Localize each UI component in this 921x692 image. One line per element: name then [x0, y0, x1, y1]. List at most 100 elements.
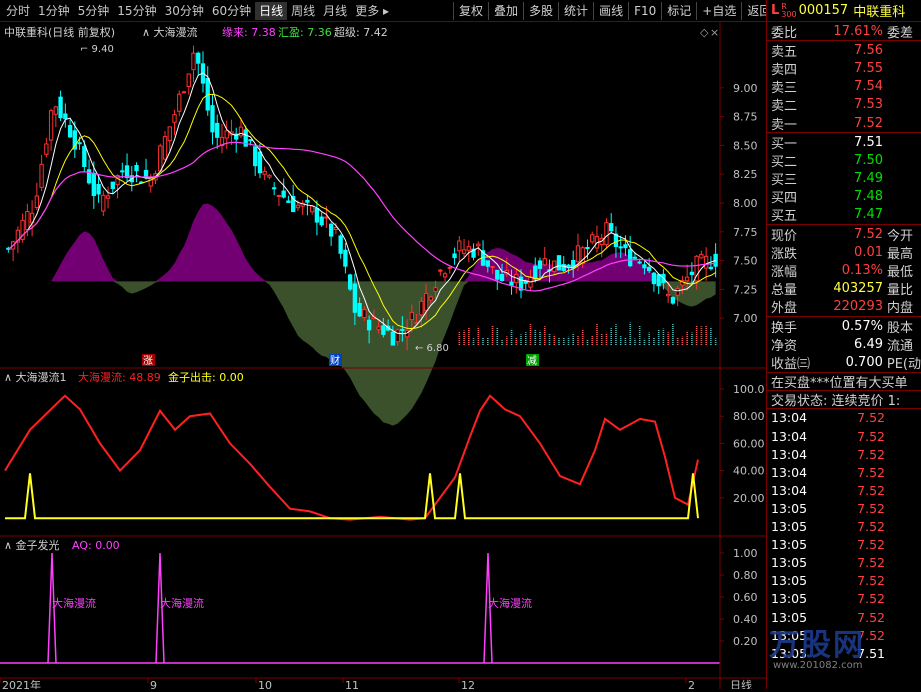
candle-body	[309, 205, 315, 213]
stat-row-1-value: 0.01	[854, 244, 883, 260]
candle-body	[338, 235, 343, 254]
panel1-legend-2: 超级: 7.42	[334, 25, 388, 39]
period-tab-9[interactable]: 更多 ▸	[351, 2, 393, 20]
fund-row-2-label: 收益㈢	[771, 356, 811, 372]
kline-chart-area[interactable]: 9.00 8.75 8.50 8.25 8.00 7.75 7.50 7.25 7.00 中联重科…	[0, 22, 766, 692]
candle-body	[314, 208, 320, 223]
candle-body	[670, 296, 676, 304]
candle-body	[124, 165, 130, 179]
candle-body	[628, 249, 633, 267]
period-tab-7[interactable]: 周线	[287, 2, 319, 20]
candle-body	[257, 151, 263, 174]
stat-row-0: 现价 7.52 今开	[767, 225, 921, 244]
tick-price: 7.51	[857, 645, 885, 661]
toolbar-button-7[interactable]: +自选	[696, 2, 741, 20]
y-tick-p2-3: 40.00	[733, 465, 765, 478]
buy-row-3: 买四 7.48	[767, 188, 921, 206]
trade-status: 交易状态: 连续竞价 1:	[767, 389, 921, 409]
toolbar-button-2[interactable]: 多股	[523, 2, 558, 20]
candle-body	[452, 253, 457, 259]
period-tab-1[interactable]: 1分钟	[34, 2, 74, 20]
candle-body	[409, 311, 415, 321]
stat-row-4-label: 外盘	[771, 301, 798, 317]
panel1-title: 中联重科(日线 前复权)	[4, 25, 115, 39]
candle-body	[466, 246, 471, 251]
candle-body	[181, 91, 187, 94]
stat-row-1-label: 涨跌	[771, 246, 798, 262]
period-tab-0[interactable]: 分时	[2, 2, 34, 20]
aq-signal-label-0: 大海漫流	[52, 596, 96, 610]
fund-row-2: 收益㈢ 0.700 PE(动	[767, 353, 921, 372]
tick-time: 13:04	[771, 464, 808, 480]
fund-row-0-label: 换手	[771, 320, 798, 336]
panel2-legend-0: 大海漫流: 48.89	[78, 370, 161, 384]
candle-body	[101, 194, 106, 212]
y-tick-p3-3: 0.40	[733, 613, 758, 626]
tick-time: 13:05	[771, 609, 808, 625]
y-tick-p2-1: 80.00	[733, 410, 765, 423]
stat-row-3: 总量 403257 量比	[767, 280, 921, 298]
buy-row-4-label: 买五	[771, 209, 798, 225]
tick-list[interactable]: 13:04 7.52 13:04 7.52 13:04 7.52 13:04 7.52 13:0…	[767, 407, 921, 662]
tick-price: 7.52	[857, 446, 885, 462]
candle-body	[253, 146, 258, 167]
candle-body	[357, 302, 362, 317]
tick-row: 13:05 7.52	[767, 536, 921, 554]
sell-orders: 卖五 7.56 卖四 7.55 卖三 7.54 卖二 7.53 卖一 7.52	[767, 40, 921, 133]
toolbar-button-5[interactable]: F10	[628, 2, 661, 20]
webi-label: 委比	[771, 25, 798, 41]
tick-price: 7.52	[857, 500, 885, 516]
y-tick-p1-0: 9.00	[733, 82, 758, 95]
panel3-title: ∧ 金子发光	[4, 538, 60, 552]
candle-body	[490, 266, 495, 269]
period-tabs: 分时 1分钟 5分钟 15分钟 30分钟 60分钟 日线 周线 月线 更多 ▸	[2, 2, 393, 20]
stock-name[interactable]: 中联重科	[853, 1, 905, 20]
tick-price: 7.52	[857, 410, 885, 426]
candle-body	[91, 172, 96, 196]
toolbar-button-3[interactable]: 统计	[558, 2, 593, 20]
toolbar-button-4[interactable]: 画线	[593, 2, 628, 20]
panel2-title: ∧ 大海漫流1	[4, 370, 67, 384]
high-price-label: ⌐ 9.40	[80, 44, 114, 55]
tick-time: 13:05	[771, 537, 808, 553]
sell-row-1: 卖四 7.55	[767, 59, 921, 78]
candle-body	[447, 266, 452, 269]
tick-price: 7.52	[857, 627, 885, 643]
fund-row-1-value: 6.49	[854, 336, 883, 352]
candle-body	[191, 52, 196, 71]
period-tab-6[interactable]: 日线	[255, 2, 288, 20]
toolbar-button-6[interactable]: 标记	[661, 2, 696, 20]
candle-body	[618, 246, 623, 249]
period-tab-2[interactable]: 5分钟	[74, 2, 114, 20]
y-tick-p1-6: 7.50	[733, 255, 758, 268]
sell-row-1-label: 卖四	[771, 62, 798, 78]
candle-body	[134, 165, 139, 172]
candle-body	[433, 287, 438, 292]
market-tag-l: L	[771, 3, 780, 18]
candle-body	[423, 293, 429, 311]
candle-body	[148, 177, 153, 187]
fund-row-1-tail: 流通	[887, 338, 914, 354]
panel2-legend-1: 金子出击: 0.00	[168, 370, 244, 384]
stock-code[interactable]: 000157	[799, 3, 849, 18]
candle-body	[262, 170, 267, 175]
sell-row-3-label: 卖二	[771, 99, 798, 115]
period-tab-4[interactable]: 30分钟	[161, 2, 208, 20]
candle-body	[495, 269, 500, 280]
candle-body	[376, 326, 381, 330]
y-tick-p2-2: 60.00	[733, 437, 765, 450]
tick-time: 13:05	[771, 573, 808, 589]
candle-body	[632, 256, 638, 259]
tick-row: 13:04 7.52	[767, 445, 921, 463]
period-tab-8[interactable]: 月线	[319, 2, 351, 20]
period-tab-5[interactable]: 60分钟	[208, 2, 255, 20]
big-order-notice: 在买盘***位置有大买单	[767, 371, 921, 391]
toolbar-button-1[interactable]: 叠加	[488, 2, 523, 20]
period-tab-3[interactable]: 15分钟	[113, 2, 160, 20]
sell-row-2: 卖三 7.54	[767, 78, 921, 96]
sell-row-3: 卖二 7.53	[767, 96, 921, 114]
toolbar-button-0[interactable]: 复权	[453, 2, 488, 20]
candle-body	[419, 300, 424, 316]
tick-row: 13:04 7.52	[767, 463, 921, 481]
panel1-settings-icon: ◇	[700, 26, 709, 39]
